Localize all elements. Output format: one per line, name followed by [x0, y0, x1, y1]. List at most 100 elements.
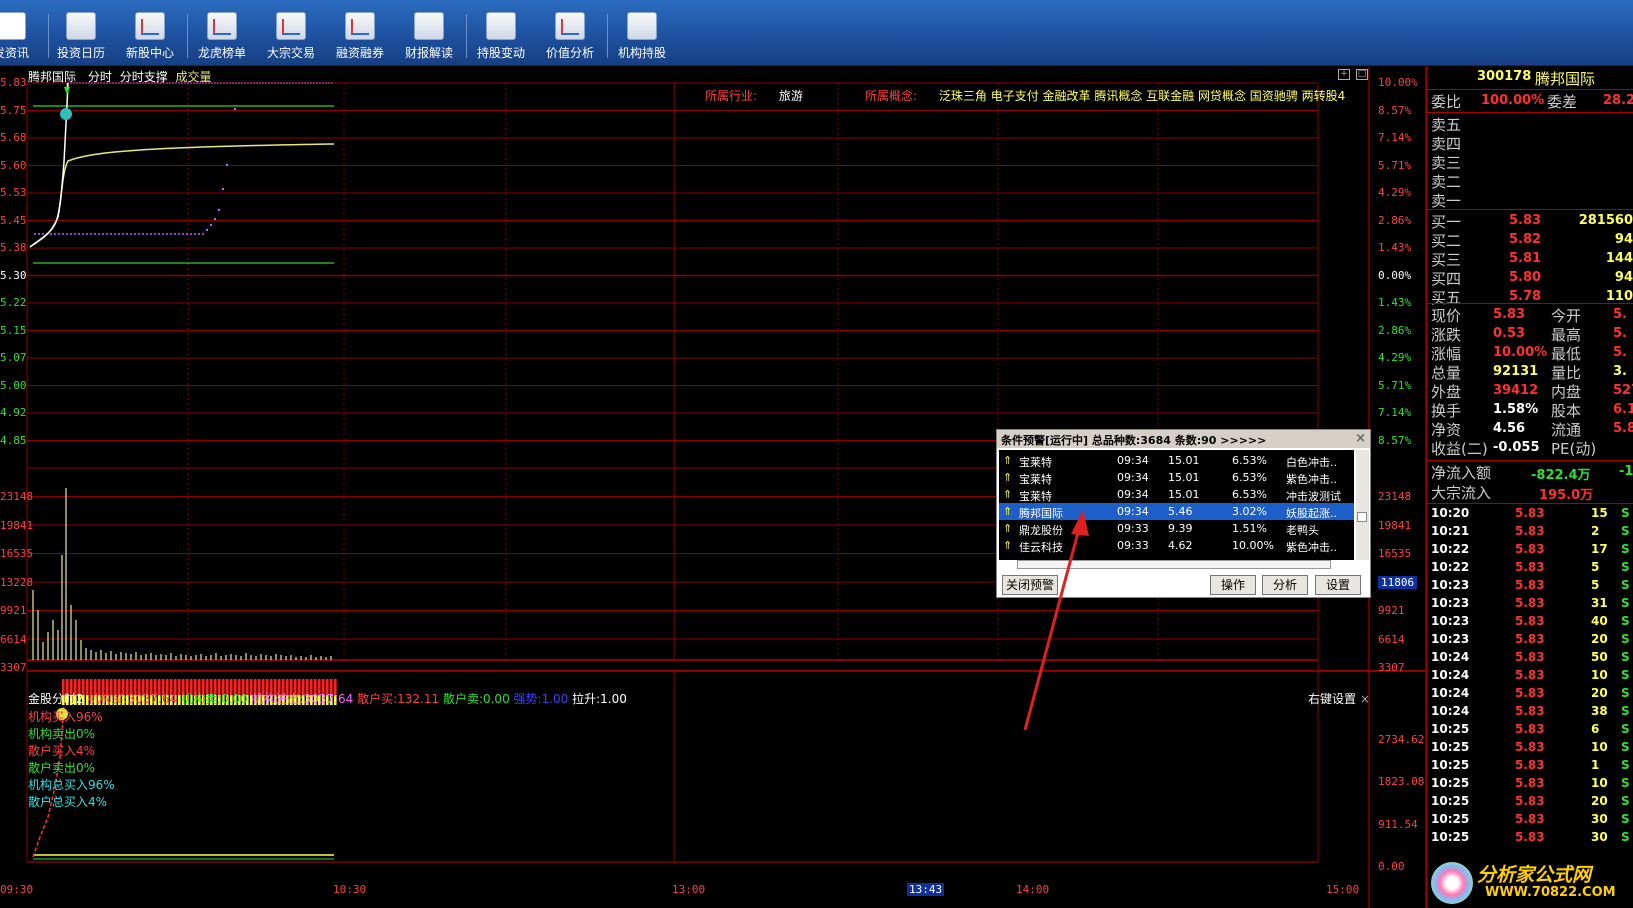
popup-scrollbar[interactable]: [1356, 450, 1369, 560]
sell-level-label: 卖二: [1431, 173, 1462, 191]
price-tick: 5.38: [0, 241, 27, 254]
price-tick: 5.00: [0, 378, 27, 392]
indicator-legend-item: 机构卖出0%: [28, 727, 96, 741]
support-dot: [62, 233, 64, 235]
stat-row: 换手 1.58% 股本 6.17: [1431, 400, 1633, 420]
inst-net-label: 机构进出:: [251, 692, 304, 706]
limit-dot: [220, 82, 222, 84]
limit-dot: [256, 82, 258, 84]
tick-row: 10:24 5.83 10 S: [1431, 668, 1633, 686]
tick-p: 5.83: [1515, 794, 1545, 808]
alert-pct: 6.53%: [1232, 454, 1267, 467]
support-dot: [114, 233, 116, 235]
price-series: [29, 82, 335, 264]
buy-signal-arrow: [64, 87, 70, 95]
support-dot: [190, 233, 192, 235]
limit-dot: [307, 82, 309, 84]
alert-row[interactable]: ⇑ 宝莱特 09:34 15.01 6.53% 紫色冲击..: [999, 469, 1354, 486]
tick-row: 10:25 5.83 30 S: [1431, 830, 1633, 848]
tick-v: 2: [1591, 524, 1600, 538]
toolbar-btn-ipo[interactable]: 新股中心: [117, 10, 183, 62]
alert-signal: 紫色冲击..: [1286, 541, 1337, 554]
limit-dot: [268, 82, 270, 84]
limit-dot: [274, 82, 276, 84]
settings-button[interactable]: 设置: [1315, 575, 1361, 595]
alert-row[interactable]: ⇑ 宝莱特 09:34 15.01 6.53% 白色冲击..: [999, 452, 1354, 469]
alert-time: 09:33: [1117, 539, 1149, 552]
tick-row: 10:22 5.83 17 S: [1431, 542, 1633, 560]
stat-label: 流通: [1551, 421, 1582, 439]
time-tick: 13:00: [672, 883, 706, 896]
support-dot: [90, 233, 92, 235]
toolbar-btn-news[interactable]: 发资讯: [0, 10, 44, 62]
limit-dot: [316, 82, 318, 84]
retail-buy-value: 132.11: [397, 692, 440, 706]
tick-row: 10:24 5.83 20 S: [1431, 686, 1633, 704]
tick-s: S: [1621, 776, 1630, 790]
vol-tick: 9921: [0, 604, 27, 617]
scroll-thumb[interactable]: [1357, 512, 1367, 522]
tick-p: 5.83: [1515, 596, 1545, 610]
toolbar-btn-calendar[interactable]: 投资日历: [48, 10, 114, 62]
toolbar-btn-margin[interactable]: 融资融券: [327, 10, 393, 62]
support-dot: [38, 233, 40, 235]
logo-icon: [0, 12, 26, 40]
industry-value: 旅游: [778, 89, 803, 103]
bigflow-label: 大宗流入: [1431, 484, 1492, 502]
limit-dot: [277, 82, 279, 84]
tick-p: 5.83: [1515, 578, 1545, 592]
tick-row: 10:23 5.83 31 S: [1431, 596, 1633, 614]
report-icon: [414, 12, 444, 40]
support-dot: [70, 233, 72, 235]
analyze-button[interactable]: 分析: [1262, 575, 1308, 595]
up-arrow-icon: ⇑: [1003, 522, 1013, 535]
tab-minute[interactable]: 分时: [88, 70, 112, 84]
tab-volume[interactable]: 成交量: [176, 70, 212, 84]
tick-s: S: [1621, 650, 1630, 664]
price-tick: 5.83: [0, 76, 27, 89]
zoom-icon[interactable]: +: [1338, 69, 1350, 80]
tick-row: 10:23 5.83 20 S: [1431, 632, 1633, 650]
sell-level-label: 卖四: [1431, 135, 1462, 153]
vol-tick: 3307: [1378, 661, 1405, 674]
alert-signal: 紫色冲击..: [1286, 473, 1337, 486]
tab-support[interactable]: 分时支撑: [120, 70, 168, 84]
vol-tick: 6614: [1378, 632, 1405, 646]
price-tick: 5.75: [0, 103, 27, 117]
close-icon[interactable]: ×: [1360, 692, 1370, 706]
toolbar-btn-dragon[interactable]: 龙虎榜单: [189, 10, 255, 62]
right-click-settings[interactable]: 右键设置 ×: [1308, 690, 1370, 707]
support-dot: [42, 233, 44, 235]
limit-dot: [289, 82, 291, 84]
toolbar-btn-holding[interactable]: 持股变动: [468, 10, 534, 62]
stat-value: 5.83: [1493, 307, 1526, 322]
tick-t: 10:25: [1431, 740, 1470, 754]
tick-v: 30: [1591, 812, 1608, 826]
tick-t: 10:25: [1431, 758, 1470, 772]
close-icon[interactable]: ×: [1355, 431, 1366, 446]
operate-button[interactable]: 操作: [1210, 575, 1256, 595]
toolbar-btn-inst[interactable]: 机构持股: [609, 10, 675, 62]
vol-tick: 6614: [0, 632, 27, 646]
alert-price: 9.39: [1168, 522, 1193, 535]
tick-s: S: [1621, 812, 1630, 826]
indicator-tick: 1823.08: [1378, 775, 1425, 788]
indicator-header: 金股分时2 机构买:3037.64 机构卖:0.00 机构进出:3037.64 …: [28, 690, 627, 707]
tick-v: 40: [1591, 614, 1608, 628]
toolbar-btn-value[interactable]: 价值分析: [537, 10, 603, 62]
alert-signal: 老鸭头: [1286, 524, 1319, 537]
pull-label: 拉升:: [572, 692, 601, 706]
industry-info: 所属行业: 旅游: [705, 87, 803, 104]
retail-sell-value: 0.00: [482, 692, 510, 706]
restore-icon[interactable]: □: [1356, 69, 1368, 80]
limit-dot: [298, 82, 300, 84]
buy-price: 5.80: [1509, 270, 1542, 285]
tick-p: 5.83: [1515, 740, 1545, 754]
inst-sell-label: 机构卖:: [180, 692, 222, 706]
popup-title-bar[interactable]: 条件预警[运行中] 总品种数:3684 条数:90 >>>>> ×: [997, 430, 1370, 448]
toolbar-btn-block[interactable]: 大宗交易: [258, 10, 324, 62]
tick-v: 5: [1591, 560, 1600, 574]
volume-bars: [32, 488, 332, 660]
alert-pct: 3.02%: [1232, 505, 1267, 518]
toolbar-btn-report[interactable]: 财报解读: [396, 10, 462, 62]
